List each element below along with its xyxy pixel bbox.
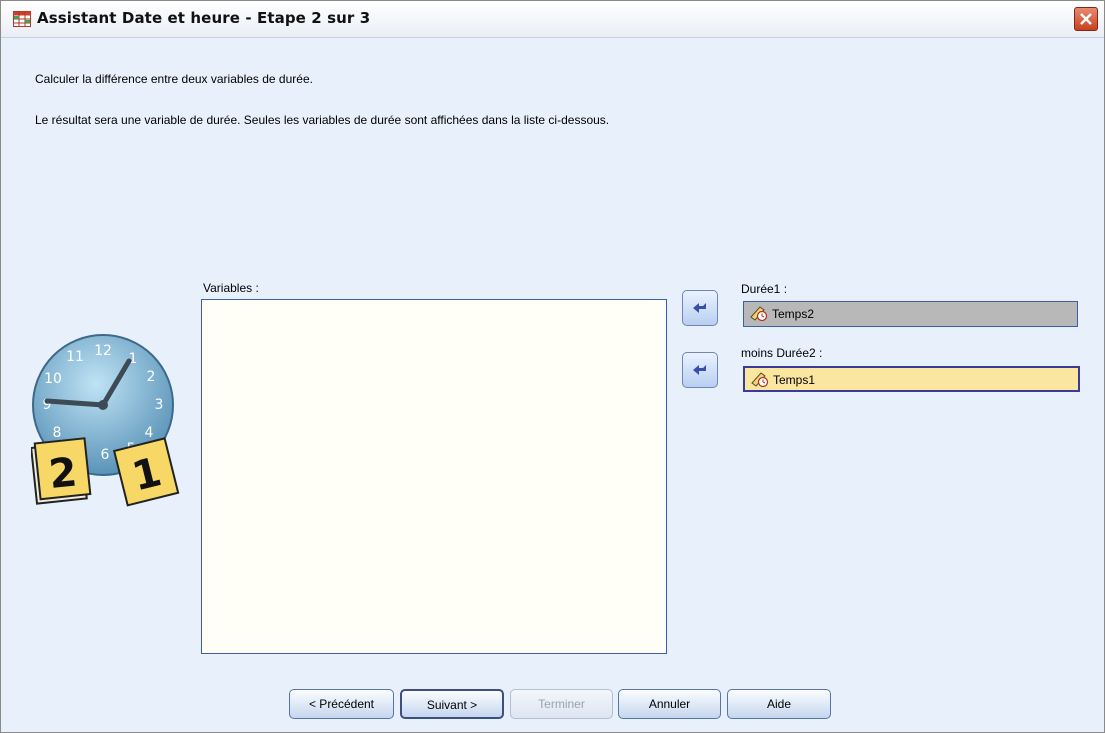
duree2-value: Temps1 — [773, 373, 816, 387]
duree1-value: Temps2 — [772, 307, 815, 321]
help-button[interactable]: Aide — [727, 689, 831, 719]
finish-button[interactable]: Terminer — [510, 689, 613, 719]
svg-text:4: 4 — [145, 425, 154, 441]
cancel-button[interactable]: Annuler — [618, 689, 721, 719]
svg-text:10: 10 — [44, 371, 62, 387]
duree2-field[interactable]: Temps1 — [743, 366, 1080, 392]
move-to-duree1-button[interactable] — [682, 290, 718, 326]
duration-variable-icon — [750, 305, 768, 324]
duration-variable-icon — [751, 371, 769, 390]
instruction-line-2: Le résultat sera une variable de durée. … — [35, 113, 610, 127]
close-button[interactable] — [1074, 7, 1098, 31]
svg-text:6: 6 — [101, 447, 110, 463]
svg-text:8: 8 — [53, 425, 62, 441]
duree2-label: moins Durée2 : — [741, 346, 823, 360]
svg-text:3: 3 — [155, 397, 164, 413]
svg-text:2: 2 — [47, 449, 79, 498]
duree1-label: Durée1 : — [741, 282, 788, 296]
variables-listbox[interactable] — [201, 299, 667, 654]
date-time-wizard-window: Assistant Date et heure - Etape 2 sur 3 … — [0, 0, 1105, 733]
move-to-duree2-button[interactable] — [682, 352, 718, 388]
window-title: Assistant Date et heure - Etape 2 sur 3 — [37, 9, 371, 27]
svg-text:11: 11 — [66, 349, 84, 365]
table-icon — [13, 11, 31, 27]
next-button[interactable]: Suivant > — [400, 689, 504, 719]
instruction-line-1: Calculer la différence entre deux variab… — [35, 72, 313, 86]
title-bar: Assistant Date et heure - Etape 2 sur 3 — [1, 1, 1104, 38]
duree1-field[interactable]: Temps2 — [743, 301, 1078, 327]
previous-button[interactable]: < Précédent — [289, 689, 394, 719]
clock-calendar-icon: 1212 345 678 91011 2 1 — [30, 333, 191, 526]
svg-text:2: 2 — [147, 369, 156, 385]
variables-label: Variables : — [203, 281, 259, 295]
svg-text:12: 12 — [94, 343, 112, 359]
